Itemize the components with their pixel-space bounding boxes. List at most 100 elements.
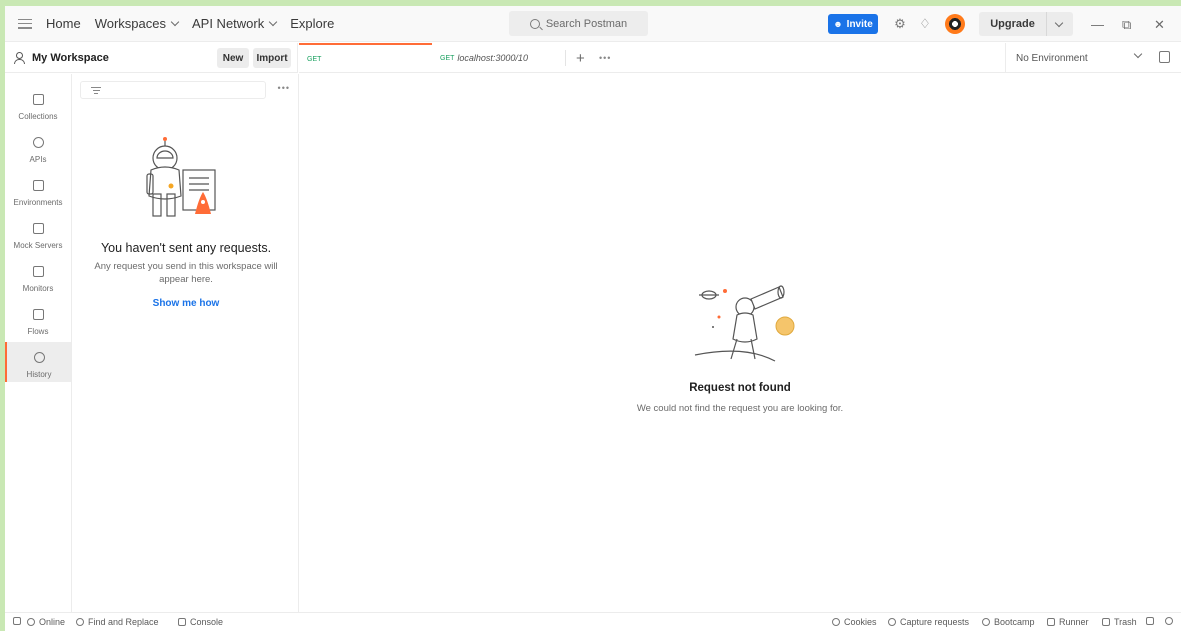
toggle-sidebar-button[interactable] [13,617,25,625]
more-tabs-icon[interactable]: ••• [599,53,611,63]
rail-item-flows[interactable]: Flows [5,299,71,339]
capture-label: Capture requests [900,617,970,627]
environment-quick-look-icon[interactable] [1159,51,1170,63]
new-label: New [222,52,244,64]
find-replace-button[interactable]: Find and Replace [76,617,159,627]
apis-icon [32,137,44,148]
nav-workspaces-label: Workspaces [94,16,166,31]
bootcamp-label: Bootcamp [994,617,1035,627]
rail-label: Monitors [22,284,54,293]
filter-input[interactable] [80,81,266,99]
not-found-description: We could not find the request you are lo… [636,403,844,414]
user-icon [14,52,25,64]
nav-api-network-label: API Network [191,16,265,31]
search-icon [76,618,84,626]
rail-label: Collections [18,112,58,121]
restore-icon[interactable]: ⧉ [1122,17,1131,33]
rail-item-mock-servers[interactable]: Mock Servers [5,213,71,253]
import-button[interactable]: Import [253,48,291,68]
help-button[interactable] [1165,617,1177,625]
nav-api-network[interactable]: API Network [191,16,278,31]
rail-item-collections[interactable]: Collections [5,84,71,124]
status-bar: Online Find and Replace Console Cookies … [5,612,1181,631]
rail-label: Flows [27,327,49,336]
new-button[interactable]: New [217,48,249,68]
online-check-icon [27,618,35,626]
search-icon [529,18,540,29]
capture-requests-button[interactable]: Capture requests [888,617,969,627]
cookies-button[interactable]: Cookies [832,617,877,627]
rail-item-apis[interactable]: APIs [5,127,71,167]
chevron-down-icon[interactable] [1054,18,1064,27]
two-pane-icon [1146,617,1154,625]
nav-home[interactable]: Home [46,16,81,31]
rail-item-environments[interactable]: Environments [5,170,71,210]
workspace-header: My Workspace New Import [5,43,298,73]
nav-explore[interactable]: Explore [290,16,334,31]
tab-request-2[interactable]: GET localhost:3000/10 [432,43,565,73]
environment-selected-label: No Environment [1016,52,1088,64]
flows-icon [32,309,44,320]
show-me-how-link[interactable]: Show me how [73,298,299,309]
avatar[interactable] [945,14,965,34]
help-icon [1165,617,1173,625]
minimize-icon[interactable]: — [1091,17,1104,32]
rail-label: Mock Servers [13,241,63,250]
trash-button[interactable]: Trash [1102,617,1137,627]
not-found-title: Request not found [689,382,791,394]
environment-select[interactable]: No Environment [1005,43,1155,73]
tab-name: localhost:3000/10 [457,53,528,63]
astronaut-illustration [146,137,216,217]
rail-item-history[interactable]: History [5,342,71,382]
import-label: Import [256,52,288,64]
workspace-title[interactable]: My Workspace [32,52,109,64]
top-bar: Home Workspaces API Network Explore Sear… [5,6,1181,42]
upgrade-label: Upgrade [979,12,1047,36]
filter-icon [91,87,101,94]
cookies-label: Cookies [844,617,877,627]
runner-icon [1047,618,1055,626]
nav-workspaces[interactable]: Workspaces [94,16,180,31]
console-icon [178,618,186,626]
invite-button[interactable]: ☻ Invite [828,14,878,34]
tab-method: GET [307,55,322,63]
history-icon [33,352,45,363]
tab-divider [565,50,566,66]
layout-button[interactable] [1146,617,1158,625]
bootcamp-button[interactable]: Bootcamp [982,617,1035,627]
online-status[interactable]: Online [27,617,65,627]
rail-label: History [26,370,52,379]
invite-label: Invite [846,18,873,30]
tab-request-1[interactable]: GET [299,43,432,73]
environments-icon [32,180,44,191]
main-content: Request not found We could not find the … [299,74,1181,612]
console-button[interactable]: Console [178,617,223,627]
chevron-down-icon [170,17,180,27]
tab-bar: GET GET localhost:3000/10 + ••• No Envir… [299,43,1181,73]
search-input[interactable]: Search Postman [509,11,648,36]
nav-home-label: Home [46,16,81,31]
search-placeholder: Search Postman [545,17,628,30]
capture-icon [888,618,896,626]
cookie-icon [832,618,840,626]
monitors-icon [32,266,44,277]
runner-button[interactable]: Runner [1047,617,1089,627]
notification-bell-icon[interactable]: ♢ [917,16,933,32]
menu-icon[interactable] [18,18,32,29]
find-replace-label: Find and Replace [88,617,159,627]
history-panel: ••• You haven't sent any requests. Any r… [73,74,299,612]
rail-item-monitors[interactable]: Monitors [5,256,71,296]
sidebar-icon [13,617,21,625]
telescope-illustration [694,285,795,362]
rail-label: APIs [29,155,47,164]
trash-label: Trash [1114,617,1137,627]
new-tab-plus-icon[interactable]: + [576,50,585,67]
empty-state-description: Any request you send in this workspace w… [94,261,278,285]
settings-icon[interactable]: ⚙ [892,16,908,32]
console-label: Console [190,617,224,627]
more-options-icon[interactable]: ••• [278,83,290,93]
close-icon[interactable]: ✕ [1154,17,1165,33]
online-label: Online [39,617,66,627]
upgrade-button[interactable]: Upgrade [979,12,1073,36]
tab-method: GET [440,54,455,62]
